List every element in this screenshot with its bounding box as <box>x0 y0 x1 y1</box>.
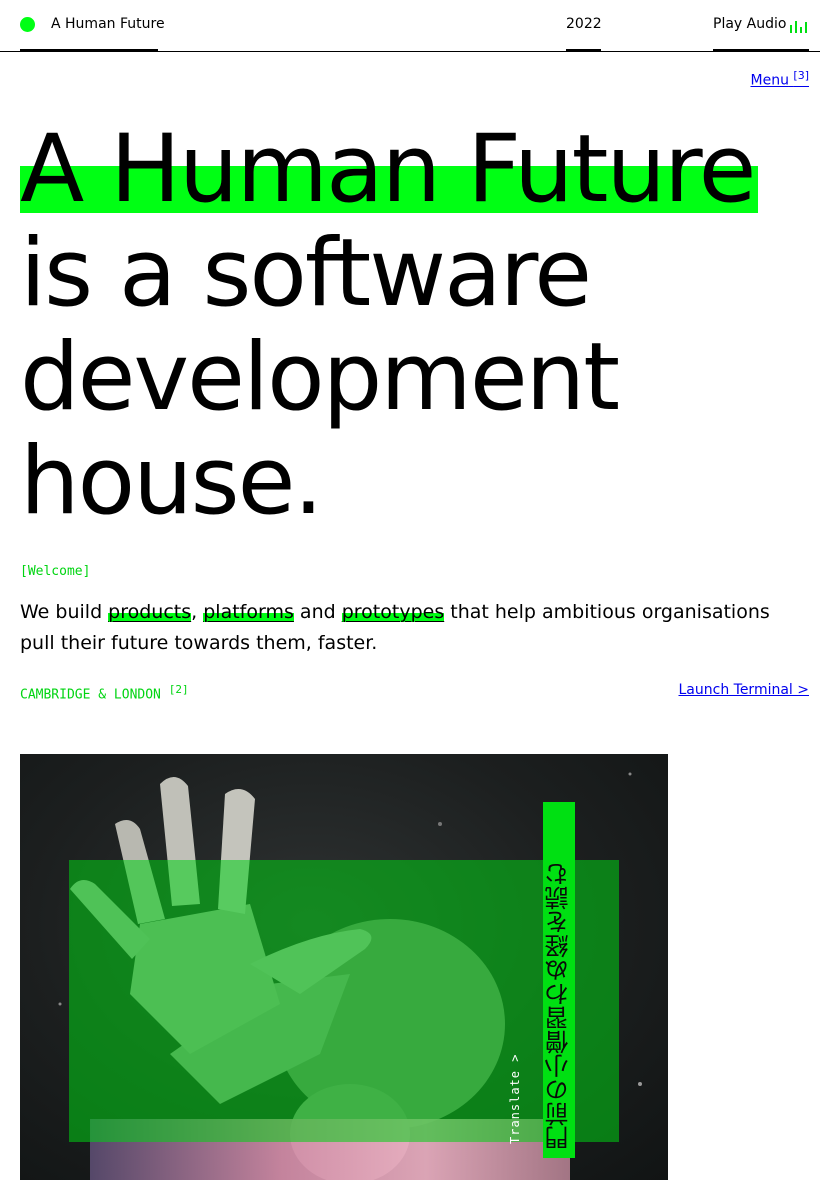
year-label[interactable]: 2022 <box>566 16 602 32</box>
status-dot-icon <box>20 17 35 32</box>
feature-image: 門前の小僧習わぬ経を読む Translate > <box>20 754 668 1180</box>
intro-paragraph: We build products, platforms and prototy… <box>20 597 810 659</box>
prototypes-link[interactable]: prototypes <box>341 601 445 623</box>
hero-line-4: house. <box>20 427 323 536</box>
year-underline <box>566 49 601 52</box>
products-link[interactable]: products <box>108 601 192 623</box>
hero-line-3: development <box>20 323 620 432</box>
hero-highlighted-title: A Human Future <box>20 115 759 224</box>
welcome-tag: [Welcome] <box>20 564 91 579</box>
top-bar: A Human Future 2022 Play Audio <box>0 0 820 52</box>
brand-underline <box>20 49 158 52</box>
menu-footnote: [3] <box>793 69 809 82</box>
menu-link[interactable]: Menu [3] <box>751 69 810 89</box>
platforms-link[interactable]: platforms <box>203 601 294 623</box>
location-footnote: [2] <box>168 683 189 696</box>
hero-heading: A Human Future is a software development… <box>20 115 759 536</box>
launch-terminal-link[interactable]: Launch Terminal > <box>679 682 810 698</box>
intro-text: We build <box>20 601 109 623</box>
audio-bars-icon[interactable] <box>790 19 810 33</box>
play-audio-button[interactable]: Play Audio <box>713 16 786 32</box>
intro-text: and <box>293 601 342 623</box>
play-audio-underline <box>713 49 809 52</box>
intro-text: , <box>191 601 204 623</box>
japanese-proverb: 門前の小僧習わぬ経を読む <box>545 862 573 1150</box>
menu-label: Menu <box>750 72 789 89</box>
location-text: CAMBRIDGE & LONDON <box>20 687 161 703</box>
location-label: CAMBRIDGE & LONDON [2] <box>20 683 189 702</box>
translate-button[interactable]: Translate > <box>508 954 528 1144</box>
hero-line-2: is a software <box>20 219 592 328</box>
green-overlay <box>69 860 619 1142</box>
brand-link[interactable]: A Human Future <box>51 16 165 32</box>
